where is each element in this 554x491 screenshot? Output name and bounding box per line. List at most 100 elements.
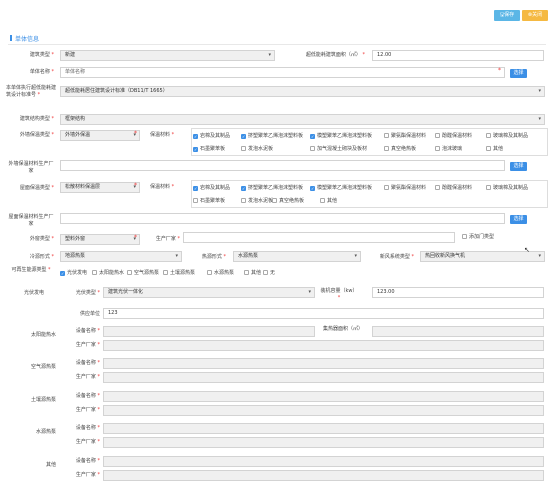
add-door-type-checkbox[interactable]: 添加门类型: [462, 234, 494, 241]
pv-supplier-input[interactable]: 123: [103, 308, 544, 319]
building-type-select[interactable]: 新建: [60, 50, 275, 61]
equipment-field-label: 生产厂家 *: [75, 472, 100, 478]
checkbox-label: 水源热泵: [214, 270, 235, 276]
roof-type-select[interactable]: 松散材料保温层: [60, 182, 140, 193]
heat-select[interactable]: 水源热泵: [233, 251, 361, 262]
checkbox-option[interactable]: 无: [263, 270, 275, 277]
unchecked-icon: [384, 133, 389, 138]
area-input[interactable]: 12.00: [372, 50, 544, 61]
checkbox-option[interactable]: 酚醛保温材料: [435, 133, 472, 140]
equipment-field-label: 设备名称 *: [75, 360, 100, 366]
structure-select[interactable]: 框架结构: [60, 114, 545, 125]
checkbox-option[interactable]: 其他: [320, 198, 337, 205]
unit-name-input[interactable]: 单体名称: [60, 67, 505, 78]
checkbox-label: 发泡水泥板: [248, 146, 274, 152]
checkbox-label: 土壤源热泵: [170, 270, 196, 276]
wall-material-label: 保温材料 *: [150, 132, 175, 138]
roof-mfr-select-button[interactable]: 选择: [510, 215, 527, 224]
cold-label: 冷源形式 *: [29, 254, 54, 260]
unchecked-icon: [486, 185, 491, 190]
equipment-group-label: 其他: [45, 462, 56, 468]
pv-type-select[interactable]: 建筑光伏一体化: [103, 287, 315, 298]
close-button[interactable]: ⊗关闭: [522, 10, 548, 21]
window-mfr-input[interactable]: [183, 232, 455, 243]
pv-capacity-input[interactable]: 123.00: [372, 287, 544, 298]
checkbox-option[interactable]: 聚氨酯保温材料: [384, 133, 426, 140]
checkbox-option[interactable]: 加气混凝土砌块及板材: [310, 146, 367, 153]
equipment-field-label: 生产厂家 *: [75, 374, 100, 380]
checkbox-option[interactable]: 玻璃棉及其制品: [486, 185, 528, 192]
checkbox-option[interactable]: 聚氨酯保温材料: [384, 185, 426, 192]
checkbox-option[interactable]: 水源热泵: [207, 270, 234, 277]
checked-icon: ✓: [310, 186, 315, 191]
roof-type-label: 屋面保温类型 *: [19, 185, 54, 191]
checkbox-option[interactable]: 空气源热泵: [127, 270, 159, 277]
checkbox-label: 其他: [327, 198, 338, 204]
equipment-group-label: 空气源热泵: [30, 364, 56, 370]
checkbox-option[interactable]: 泡沫玻璃: [435, 146, 462, 153]
checkbox-label: 光伏发电: [67, 270, 88, 276]
checkbox-label: 玻璃棉及其制品: [493, 185, 529, 191]
equipment-field-input[interactable]: [103, 423, 544, 434]
checkbox-option[interactable]: 发泡水泥板: [241, 198, 273, 205]
standard-select[interactable]: 超低能耗居住建筑设计标准（DB11/T 1665）: [60, 86, 545, 97]
equipment-field-label: 生产厂家 *: [75, 407, 100, 413]
save-button[interactable]: 🖫保存: [494, 10, 520, 21]
checkbox-option[interactable]: ✓ 模塑聚苯乙烯泡沫塑料板: [310, 133, 372, 140]
checkbox-label: 石墨聚苯板: [200, 198, 226, 204]
cold-select[interactable]: 地源热泵: [60, 251, 182, 262]
checkbox-option[interactable]: 石墨聚苯板: [193, 198, 225, 205]
unchecked-icon: [241, 146, 246, 151]
checkbox-option[interactable]: 其他: [244, 270, 261, 277]
collector-area-input[interactable]: [372, 326, 544, 337]
checkbox-option[interactable]: ✓ 岩棉及其制品: [193, 185, 230, 192]
unit-name-select-button[interactable]: 选择: [510, 69, 527, 78]
checkbox-option[interactable]: 真空绝热板: [272, 198, 304, 205]
unchecked-icon: [486, 133, 491, 138]
equipment-field-input[interactable]: [103, 326, 315, 337]
equipment-field-input[interactable]: [103, 391, 544, 402]
required-mark: *: [134, 234, 137, 241]
checkbox-label: 太阳能热水: [99, 270, 125, 276]
equipment-field-input[interactable]: [103, 358, 544, 369]
window-type-select[interactable]: 塑料外窗: [60, 234, 140, 245]
checkbox-option[interactable]: 其他: [486, 146, 503, 153]
section-title: 单体信息: [15, 36, 40, 43]
pv-label: 光伏发电: [23, 290, 44, 296]
checkbox-label: 加气混凝土砌块及板材: [317, 146, 368, 152]
checkbox-option[interactable]: 发泡水泥板: [241, 146, 273, 153]
unchecked-icon: [207, 270, 212, 275]
wall-mfr-input[interactable]: [60, 160, 505, 171]
equipment-field-label: 生产厂家 *: [75, 439, 100, 445]
checkbox-option[interactable]: ✓ 模塑聚苯乙烯泡沫塑料板: [310, 185, 372, 192]
mouse-cursor-icon: ↖: [524, 246, 530, 254]
unchecked-icon: [193, 198, 198, 203]
wall-mfr-select-button[interactable]: 选择: [510, 162, 527, 171]
checkbox-option[interactable]: 真空绝热板: [384, 146, 416, 153]
equipment-field-input[interactable]: [103, 340, 544, 351]
checkbox-option[interactable]: ✓ 挤塑聚苯乙烯泡沫塑料板: [241, 133, 303, 140]
checkbox-option[interactable]: 土壤源热泵: [163, 270, 195, 277]
equipment-field-input[interactable]: [103, 405, 544, 416]
pv-type-label: 光伏类型 *: [75, 290, 100, 296]
equipment-field-input[interactable]: [103, 437, 544, 448]
wall-type-select[interactable]: 外墙外保温: [60, 130, 140, 141]
area-label: 超低能耗建筑面积（㎡） *: [305, 52, 365, 58]
equipment-field-label: 设备名称 *: [75, 328, 100, 334]
roof-mfr-input[interactable]: [60, 213, 505, 224]
equipment-field-input[interactable]: [103, 470, 544, 481]
roof-material-label: 保温材料 *: [150, 184, 175, 190]
checkbox-option[interactable]: ✓ 石墨聚苯板: [193, 146, 225, 153]
checkbox-option[interactable]: ✓ 岩棉及其制品: [193, 133, 230, 140]
equipment-field-input[interactable]: [103, 372, 544, 383]
equipment-field-input[interactable]: [103, 456, 544, 467]
wall-type-label: 外墙保温类型 *: [19, 132, 54, 138]
checkbox-option[interactable]: ✓ 光伏发电: [60, 270, 87, 277]
equipment-group-label: 太阳能热水: [30, 332, 56, 338]
checkbox-option[interactable]: ✓ 挤塑聚苯乙烯泡沫塑料板: [241, 185, 303, 192]
section-marker: [10, 35, 12, 41]
checkbox-option[interactable]: 玻璃棉及其制品: [486, 133, 528, 140]
checkbox-option[interactable]: 太阳能热水: [92, 270, 124, 277]
checkbox-option[interactable]: 酚醛保温材料: [435, 185, 472, 192]
checkbox-label: 泡沫玻璃: [442, 146, 463, 152]
